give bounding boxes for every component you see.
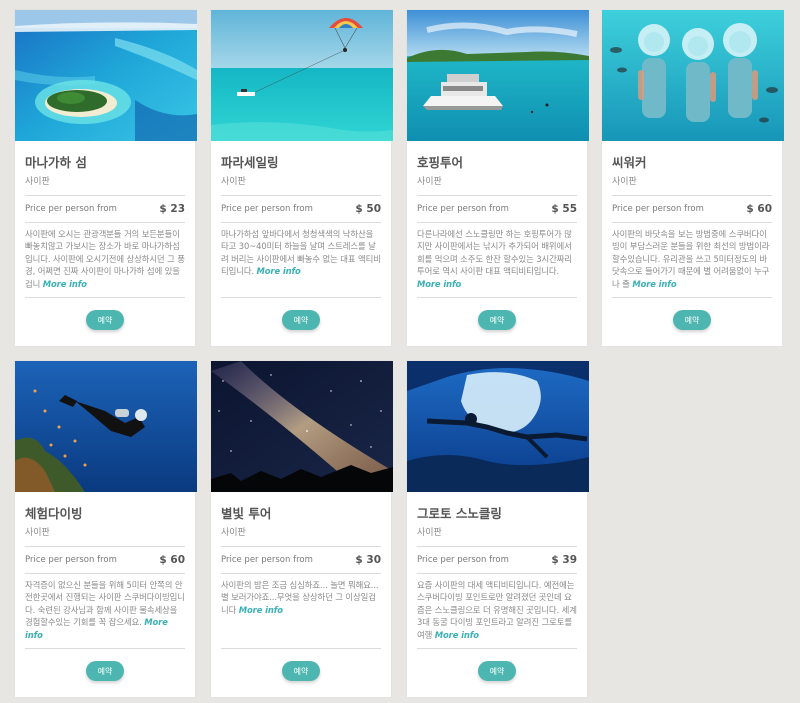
price-value: $ 39 xyxy=(551,554,577,566)
reserve-button[interactable]: 예약 xyxy=(86,310,124,330)
more-info-link[interactable]: More info xyxy=(43,279,87,289)
tour-title: 그로토 스노클링 xyxy=(417,506,502,521)
tour-card-starlight: 별빛 투어 사이판 Price per person from $ 30 사이판… xyxy=(210,360,393,698)
tour-location: 사이판 xyxy=(612,177,637,187)
tour-grid: 마나가하 섬 사이판 Price per person from $ 23 사이… xyxy=(0,0,800,703)
tour-card-seawalker: 씨워커 사이판 Price per person from $ 60 사이판의 … xyxy=(601,9,784,347)
parasail-photo[interactable] xyxy=(211,10,393,141)
seawalker-photo[interactable] xyxy=(602,10,784,141)
more-info-link[interactable]: More info xyxy=(417,279,461,289)
grotto-photo[interactable] xyxy=(407,361,589,492)
price-value: $ 60 xyxy=(159,554,185,566)
divider xyxy=(221,222,381,223)
tour-location: 사이판 xyxy=(417,177,442,187)
divider xyxy=(25,222,185,223)
tour-location: 사이판 xyxy=(221,177,246,187)
milkyway-photo[interactable] xyxy=(211,361,393,492)
price-row: Price per person from $ 55 xyxy=(417,196,577,222)
price-row: Price per person from $ 39 xyxy=(417,547,577,573)
reserve-button[interactable]: 예약 xyxy=(478,310,516,330)
tour-description: 마나가하섬 앞바다에서 청청색색의 낙하산을 타고 30~40미터 하늘을 날며… xyxy=(221,228,381,292)
button-wrap: 예약 xyxy=(221,649,381,693)
divider xyxy=(612,222,772,223)
boat-photo[interactable] xyxy=(407,10,589,141)
tour-card-parasailing: 파라세일링 사이판 Price per person from $ 50 마나가… xyxy=(210,9,393,347)
button-wrap: 예약 xyxy=(25,649,185,693)
tour-description: 사이판에 오시는 관광객분들 거의 보든분들이 빠놓치않고 가보시는 장소가 바… xyxy=(25,228,185,292)
tour-description: 사이판의 바닷속을 보는 방법중에 스쿠버다이빙이 부담스러운 분들을 위한 최… xyxy=(612,228,772,292)
price-label: Price per person from xyxy=(417,555,509,565)
price-value: $ 60 xyxy=(746,203,772,215)
price-label: Price per person from xyxy=(612,204,704,214)
tour-title: 마나가하 섬 xyxy=(25,155,87,170)
price-row: Price per person from $ 60 xyxy=(612,196,772,222)
tour-card-diving: 체험다이빙 사이판 Price per person from $ 60 자격증… xyxy=(14,360,197,698)
reserve-button[interactable]: 예약 xyxy=(282,661,320,681)
tour-title: 체험다이빙 xyxy=(25,506,83,521)
reserve-button[interactable]: 예약 xyxy=(86,661,124,681)
price-row: Price per person from $ 60 xyxy=(25,547,185,573)
price-label: Price per person from xyxy=(221,555,313,565)
divider xyxy=(25,573,185,574)
tour-description: 요즘 사이판의 대세 액티비티입니다. 예전에는 스쿠버다이빙 포인트로만 알려… xyxy=(417,579,577,643)
tour-description: 자격증이 없으신 분들을 위해 5미터 안쪽의 안전한곳에서 진행되는 사이판 … xyxy=(25,579,185,643)
price-value: $ 50 xyxy=(355,203,381,215)
price-value: $ 23 xyxy=(159,203,185,215)
button-wrap: 예약 xyxy=(417,298,577,342)
price-row: Price per person from $ 50 xyxy=(221,196,381,222)
tour-title: 파라세일링 xyxy=(221,155,279,170)
more-info-link[interactable]: More info xyxy=(632,279,676,289)
button-wrap: 예약 xyxy=(417,649,577,693)
button-wrap: 예약 xyxy=(25,298,185,342)
tour-description: 사이판의 밤은 조금 심심하죠... 놀면 뭐해요... 별 보러가야죠...무… xyxy=(221,579,381,643)
diver-photo[interactable] xyxy=(15,361,197,492)
more-info-link[interactable]: More info xyxy=(435,630,479,640)
tour-description: 다른나라에선 스노클링만 하는 호핑투어가 많지만 사이판에서는 낚시가 추가되… xyxy=(417,228,577,292)
tour-location: 사이판 xyxy=(25,177,50,187)
island-photo[interactable] xyxy=(15,10,197,141)
price-value: $ 55 xyxy=(551,203,577,215)
divider xyxy=(417,222,577,223)
divider xyxy=(417,573,577,574)
price-label: Price per person from xyxy=(25,555,117,565)
tour-title: 호핑투어 xyxy=(417,155,464,170)
tour-card-managaha: 마나가하 섬 사이판 Price per person from $ 23 사이… xyxy=(14,9,197,347)
price-label: Price per person from xyxy=(25,204,117,214)
tour-title: 별빛 투어 xyxy=(221,506,272,521)
divider xyxy=(221,573,381,574)
button-wrap: 예약 xyxy=(612,298,772,342)
tour-location: 사이판 xyxy=(221,528,246,538)
reserve-button[interactable]: 예약 xyxy=(478,661,516,681)
tour-location: 사이판 xyxy=(25,528,50,538)
tour-card-hopping: 호핑투어 사이판 Price per person from $ 55 다른나라… xyxy=(406,9,589,347)
price-label: Price per person from xyxy=(417,204,509,214)
reserve-button[interactable]: 예약 xyxy=(673,310,711,330)
description-text: 다른나라에선 스노클링만 하는 호핑투어가 많지만 사이판에서는 낚시가 추가되… xyxy=(417,229,572,277)
price-row: Price per person from $ 23 xyxy=(25,196,185,222)
reserve-button[interactable]: 예약 xyxy=(282,310,320,330)
tour-title: 씨워커 xyxy=(612,155,647,170)
price-row: Price per person from $ 30 xyxy=(221,547,381,573)
more-info-link[interactable]: More info xyxy=(239,605,283,615)
price-label: Price per person from xyxy=(221,204,313,214)
button-wrap: 예약 xyxy=(221,298,381,342)
more-info-link[interactable]: More info xyxy=(257,266,301,276)
tour-location: 사이판 xyxy=(417,528,442,538)
price-value: $ 30 xyxy=(355,554,381,566)
tour-card-grotto: 그로토 스노클링 사이판 Price per person from $ 39 … xyxy=(406,360,589,698)
